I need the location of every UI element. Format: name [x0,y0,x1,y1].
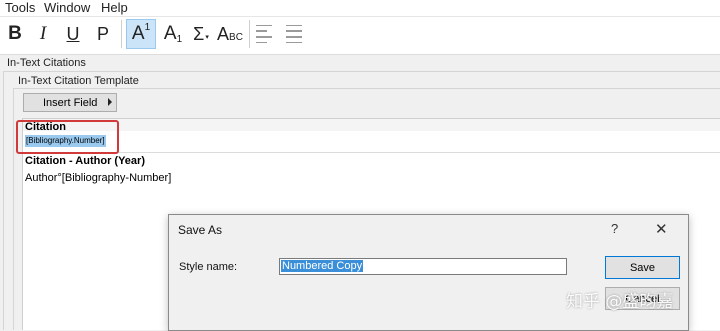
plain-icon[interactable]: P [92,19,114,49]
menu-tools[interactable]: Tools [5,0,35,15]
style-name-value: Numbered Copy [281,260,364,272]
author-year-template[interactable]: Author°[Bibliography-Number] [25,172,171,184]
submenu-arrow-icon [108,98,112,106]
help-icon[interactable]: ? [611,221,618,236]
save-as-dialog: Save As ? ✕ Style name: Numbered Copy Sa… [168,214,689,331]
superscript-icon[interactable]: A1 [126,19,156,49]
subscript-icon[interactable]: A1 [160,19,186,49]
menu-bar: Tools Window Help [0,0,720,17]
bold-icon[interactable]: B [4,19,26,49]
italic-icon[interactable]: I [32,19,54,49]
symbol-icon[interactable]: Σ ▾ [188,19,214,49]
symbol-glyph: Σ [193,23,205,44]
menu-window[interactable]: Window [44,0,90,15]
save-button[interactable]: Save [605,256,680,279]
toolbar-separator [121,20,122,48]
watermark: 知乎 @盛昀嘉 [566,292,674,312]
formatting-toolbar: B I U P A1 A1 Σ ▾ A BC [0,17,720,55]
underline-icon[interactable]: U [62,19,84,49]
justify-icon[interactable] [286,19,306,49]
toolbar-separator [249,20,250,48]
align-left-icon[interactable] [256,19,276,49]
insert-field-label: Insert Field [43,96,98,109]
section-band [23,119,720,131]
subscript-base: A [163,23,177,44]
small-caps-big: A [217,23,230,44]
style-name-input[interactable]: Numbered Copy [279,258,567,275]
dialog-title: Save As [178,223,223,237]
template-title: In-Text Citation Template [18,75,139,87]
insert-field-button[interactable]: Insert Field [23,93,117,112]
small-caps-small: BC [229,31,243,43]
annotation-highlight-box [16,120,119,154]
section-title: In-Text Citations [7,57,86,69]
section-divider [23,152,720,153]
subscript-mark: 1 [176,33,183,45]
superscript-base: A [131,23,145,44]
author-year-heading: Citation - Author (Year) [25,155,145,167]
menu-help[interactable]: Help [101,0,128,15]
superscript-mark: 1 [144,21,151,33]
small-caps-icon[interactable]: A BC [215,19,245,49]
close-icon[interactable]: ✕ [655,220,668,238]
style-name-label: Style name: [179,261,238,273]
